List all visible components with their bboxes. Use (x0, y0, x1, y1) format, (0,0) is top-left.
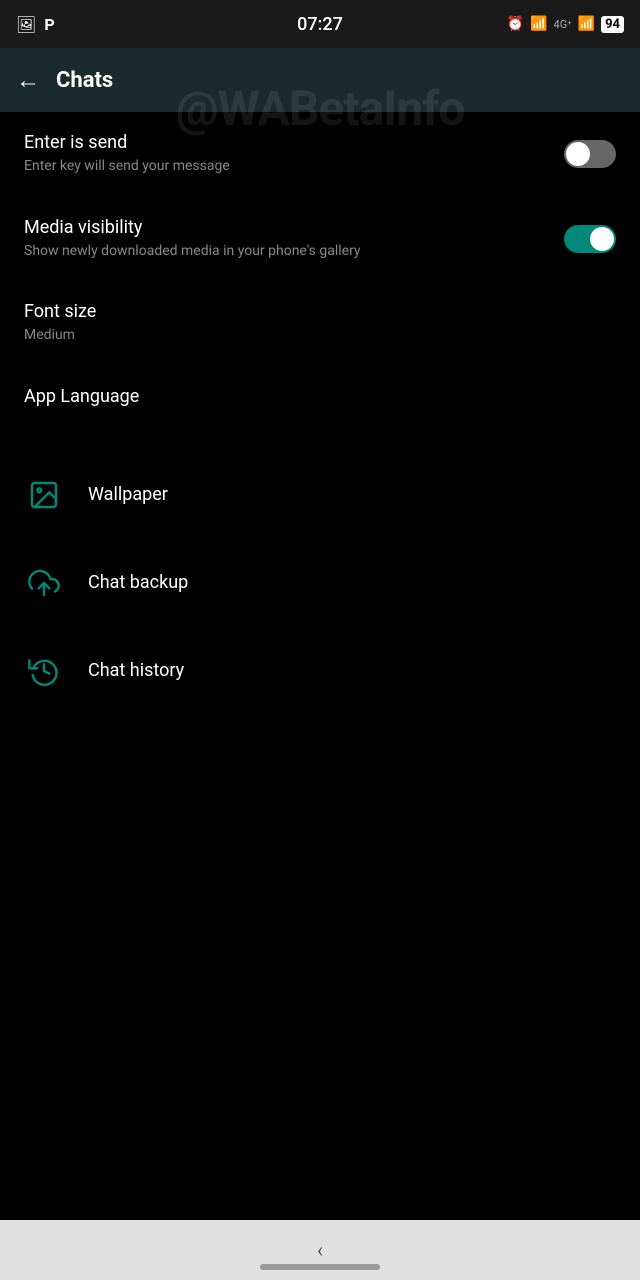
app-language-item[interactable]: App Language (0, 366, 640, 431)
bottom-bar-handle (260, 1264, 380, 1270)
wallpaper-icon (24, 475, 64, 515)
alarm-icon: ⏰ (507, 16, 524, 32)
font-size-text: Font size Medium (24, 301, 616, 346)
media-visibility-subtitle: Show newly downloaded media in your phon… (24, 242, 564, 262)
settings-content: Enter is send Enter key will send your m… (0, 112, 640, 715)
back-button[interactable]: ← (16, 66, 40, 95)
enter-is-send-title: Enter is send (24, 132, 564, 153)
enter-is-send-toggle[interactable] (564, 140, 616, 168)
wifi-icon: 📶 (530, 16, 547, 32)
chat-backup-item[interactable]: Chat backup (0, 539, 640, 627)
app-language-title: App Language (24, 386, 616, 407)
network-icon: 4G⁺ (554, 18, 572, 31)
upload-cloud-icon (24, 563, 64, 603)
enter-is-send-item[interactable]: Enter is send Enter key will send your m… (0, 112, 640, 197)
enter-is-send-subtitle: Enter key will send your message (24, 157, 564, 177)
image-icon: 🖼 (16, 15, 36, 34)
history-icon (24, 651, 64, 691)
page-title: Chats (56, 68, 113, 93)
app-bar: ← Chats (0, 48, 640, 112)
media-visibility-text: Media visibility Show newly downloaded m… (24, 217, 564, 262)
font-size-title: Font size (24, 301, 616, 322)
wallpaper-label: Wallpaper (88, 484, 168, 505)
status-bar-right: ⏰ 📶 4G⁺ 📶 94 (507, 16, 624, 33)
media-visibility-toggle[interactable] (564, 225, 616, 253)
wallpaper-item[interactable]: Wallpaper (0, 451, 640, 539)
font-size-item[interactable]: Font size Medium (0, 281, 640, 366)
toggle-thumb-on (590, 227, 614, 251)
bottom-back-button[interactable]: ‹ (317, 1238, 323, 1262)
status-time: 07:27 (297, 14, 343, 35)
bottom-navigation-bar: ‹ (0, 1220, 640, 1280)
media-visibility-item[interactable]: Media visibility Show newly downloaded m… (0, 197, 640, 282)
toggle-thumb (566, 142, 590, 166)
status-bar: 🖼 P 07:27 ⏰ 📶 4G⁺ 📶 94 (0, 0, 640, 48)
chat-history-item[interactable]: Chat history (0, 627, 640, 715)
media-visibility-title: Media visibility (24, 217, 564, 238)
enter-is-send-text: Enter is send Enter key will send your m… (24, 132, 564, 177)
font-size-value: Medium (24, 326, 616, 346)
signal-icon: 📶 (578, 16, 595, 32)
chat-history-label: Chat history (88, 660, 184, 681)
chat-backup-label: Chat backup (88, 572, 188, 593)
app-language-text: App Language (24, 386, 616, 411)
battery-level: 94 (601, 16, 624, 33)
p-icon: P (44, 15, 54, 34)
status-bar-left: 🖼 P (16, 15, 55, 34)
